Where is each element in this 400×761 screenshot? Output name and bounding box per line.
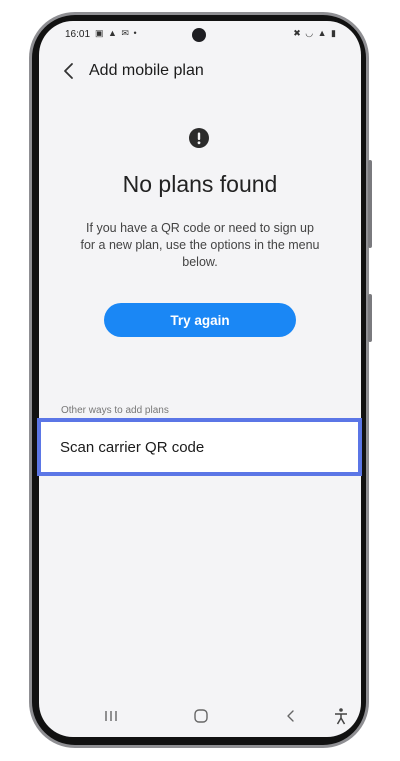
list-item-label: Scan carrier QR code: [60, 439, 205, 456]
empty-state-title: No plans found: [122, 171, 278, 197]
home-icon[interactable]: [193, 708, 209, 724]
notification-icons: ▣ ▲ ✉ •: [95, 28, 138, 38]
front-camera: [192, 28, 206, 42]
scan-carrier-qr-code-item[interactable]: Scan carrier QR code: [39, 420, 361, 476]
power-button: [368, 294, 372, 342]
app-header: Add mobile plan: [39, 57, 361, 85]
volume-button: [368, 160, 372, 248]
other-ways-section-label: Other ways to add plans: [61, 405, 169, 416]
recent-apps-icon[interactable]: [103, 709, 119, 723]
empty-state-description: If you have a QR code or need to sign up…: [80, 221, 320, 269]
accessibility-icon[interactable]: [333, 707, 349, 725]
exclamation-circle-icon: [189, 128, 209, 148]
phone-screen: 16:01 ▣ ▲ ✉ • ✖ ◡ ▲ ▮ Add mobile plan No…: [39, 21, 361, 737]
page-title: Add mobile plan: [89, 62, 204, 79]
status-bar: 16:01 ▣ ▲ ✉ • ✖ ◡ ▲ ▮: [39, 21, 361, 49]
try-again-button[interactable]: Try again: [104, 303, 296, 337]
chevron-left-icon[interactable]: [60, 62, 78, 80]
status-time: 16:01: [65, 29, 91, 40]
back-icon[interactable]: [284, 708, 298, 724]
navigation-bar: [39, 703, 361, 731]
system-status-icons: ✖ ◡ ▲ ▮: [293, 28, 337, 38]
